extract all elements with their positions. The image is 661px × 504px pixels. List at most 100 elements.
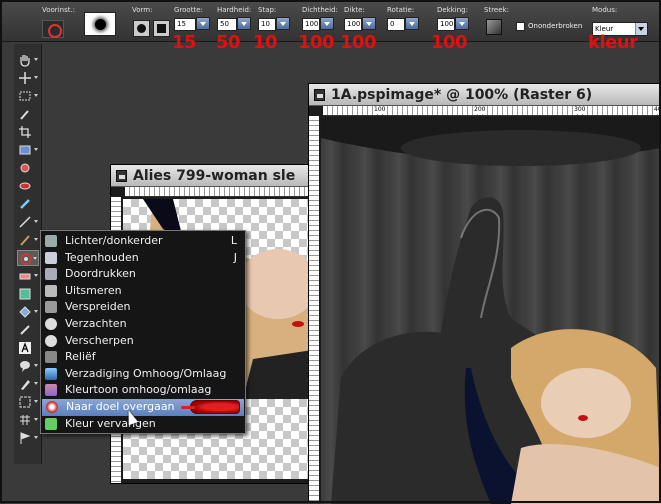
menu-item-verzachten[interactable]: Verzachten — [41, 316, 245, 333]
menu-item-verzadiging[interactable]: Verzadiging Omhoog/Omlaag — [41, 366, 245, 383]
window-title: 1A.pspimage* @ 100% (Raster 6) — [331, 87, 593, 103]
flag-icon — [20, 432, 31, 444]
straighten-tool[interactable] — [17, 160, 39, 176]
annotation-hardheid: 50 — [216, 32, 241, 53]
hardness-label: Hardheid: — [217, 6, 252, 14]
retouch-tools-flyout-menu: Lichter/donkerder L Tegenhouden J Doordr… — [40, 230, 246, 434]
mode-label: Modus: — [592, 6, 618, 14]
pan-tool[interactable] — [17, 52, 39, 68]
selection-icon — [19, 91, 31, 101]
red-eye-tool[interactable] — [17, 178, 39, 194]
sharpen-icon — [45, 334, 57, 347]
text-tool[interactable] — [17, 340, 39, 356]
round-shape-button[interactable] — [133, 20, 150, 37]
deform-icon — [19, 145, 31, 155]
thickness-label: Dikte: — [344, 6, 365, 14]
stroke-label: Streek: — [484, 6, 509, 14]
rotation-spinner-arrows[interactable] — [405, 17, 419, 30]
soften-icon — [45, 317, 57, 330]
annotation-modus: kleur — [588, 32, 638, 53]
size-spinner-arrows[interactable] — [196, 17, 210, 30]
deform-tool[interactable] — [17, 142, 39, 158]
menu-item-label: Naar doel overgaan — [66, 399, 175, 413]
push-icon — [45, 301, 57, 314]
presets-button[interactable] — [42, 20, 64, 38]
pen-tool[interactable] — [17, 376, 39, 392]
tools-palette — [14, 44, 42, 464]
straighten-icon — [20, 163, 30, 173]
pen-icon — [21, 380, 30, 390]
flood-fill-tool[interactable] — [17, 304, 39, 320]
menu-item-naar-doel-overgaan[interactable]: Naar doel overgaan — [42, 398, 244, 416]
density-spinner-arrows[interactable] — [320, 17, 334, 30]
menu-item-doordrukken[interactable]: Doordrukken — [41, 266, 245, 283]
menu-item-relief[interactable]: Reliëf — [41, 349, 245, 366]
mesh-warp-tool[interactable] — [17, 412, 39, 428]
mesh-warp-icon — [20, 415, 30, 425]
retouch-icon — [20, 253, 32, 265]
thickness-spinner-arrows[interactable] — [362, 17, 376, 30]
menu-item-label: Reliëf — [65, 350, 96, 364]
red-eye-icon — [19, 182, 31, 190]
warp-brush-icon — [19, 396, 31, 408]
retouch-tool[interactable] — [17, 250, 39, 266]
dropper-tool[interactable] — [17, 106, 39, 122]
window-title: Alies 799-woman sle — [133, 168, 296, 184]
menu-item-label: Verscherpen — [65, 333, 134, 347]
size-label: Grootte: — [174, 6, 203, 14]
menu-item-kleur-vervangen[interactable]: Kleur vervangen — [41, 416, 245, 433]
crop-icon — [19, 126, 31, 138]
window-titlebar[interactable]: 1A.pspimage* @ 100% (Raster 6) — [309, 84, 659, 106]
color-replacer-icon — [20, 325, 30, 335]
menu-item-verspreiden[interactable]: Verspreiden — [41, 299, 245, 316]
crop-tool[interactable] — [17, 124, 39, 140]
ruler-label: 200 — [473, 106, 487, 114]
eraser-tool[interactable] — [17, 268, 39, 284]
menu-item-label: Verzadiging Omhoog/Omlaag — [65, 366, 227, 380]
document-window-main[interactable]: 1A.pspimage* @ 100% (Raster 6) 100 200 3… — [308, 83, 661, 504]
flag-tool[interactable] — [17, 430, 39, 446]
paint-brush-tool[interactable] — [17, 232, 39, 248]
menu-item-shortcut: L — [230, 234, 237, 247]
stroke-button[interactable] — [486, 19, 502, 35]
selection-tool[interactable] — [17, 88, 39, 104]
picture-tube-icon — [19, 288, 31, 300]
dropper-icon — [20, 110, 29, 120]
picture-tube-tool[interactable] — [17, 286, 39, 302]
change-to-target-icon — [46, 400, 58, 413]
move-tool[interactable] — [17, 70, 39, 86]
move-icon — [19, 72, 31, 84]
square-shape-button[interactable] — [153, 20, 170, 37]
menu-item-tegenhouden[interactable]: Tegenhouden J — [41, 250, 245, 267]
ruler-label: 400 — [653, 106, 661, 114]
hue-icon — [45, 384, 57, 397]
color-replacer-tool[interactable] — [17, 322, 39, 338]
menu-item-uitsmeren[interactable]: Uitsmeren — [41, 283, 245, 300]
preset-shape-tool[interactable] — [17, 358, 39, 374]
scratch-remover-icon — [19, 216, 31, 228]
step-spinner-arrows[interactable] — [276, 17, 290, 30]
canvas-image[interactable] — [321, 118, 661, 504]
menu-item-label: Kleurtoon omhoog/omlaag — [65, 383, 212, 397]
window-titlebar[interactable]: Alies 799-woman sle — [111, 165, 319, 187]
opacity-spinner-arrows[interactable] — [455, 17, 469, 30]
scratch-remover-tool[interactable] — [17, 214, 39, 230]
annotation-stap: 10 — [253, 32, 278, 53]
hardness-spinner-arrows[interactable] — [237, 17, 251, 30]
menu-item-label: Verzachten — [65, 316, 127, 330]
annotation-dichtheid: 100 — [298, 32, 335, 53]
clone-tool[interactable] — [17, 196, 39, 212]
menu-item-lichter-donkerder[interactable]: Lichter/donkerder L — [41, 233, 245, 250]
document-icon — [116, 170, 127, 182]
step-label: Stap: — [258, 6, 277, 14]
continuous-label: Ononderbroken — [528, 22, 583, 30]
warp-brush-tool[interactable] — [17, 394, 39, 410]
continuous-checkbox[interactable] — [516, 22, 525, 31]
menu-item-verscherpen[interactable]: Verscherpen — [41, 333, 245, 350]
artwork-image — [321, 118, 661, 504]
annotation-dikte: 100 — [340, 32, 377, 53]
burn-icon — [45, 268, 57, 281]
menu-item-kleurtoon[interactable]: Kleurtoon omhoog/omlaag — [41, 382, 245, 399]
pointing-hand-annotation — [181, 399, 240, 414]
lighten-darken-icon — [45, 235, 57, 247]
